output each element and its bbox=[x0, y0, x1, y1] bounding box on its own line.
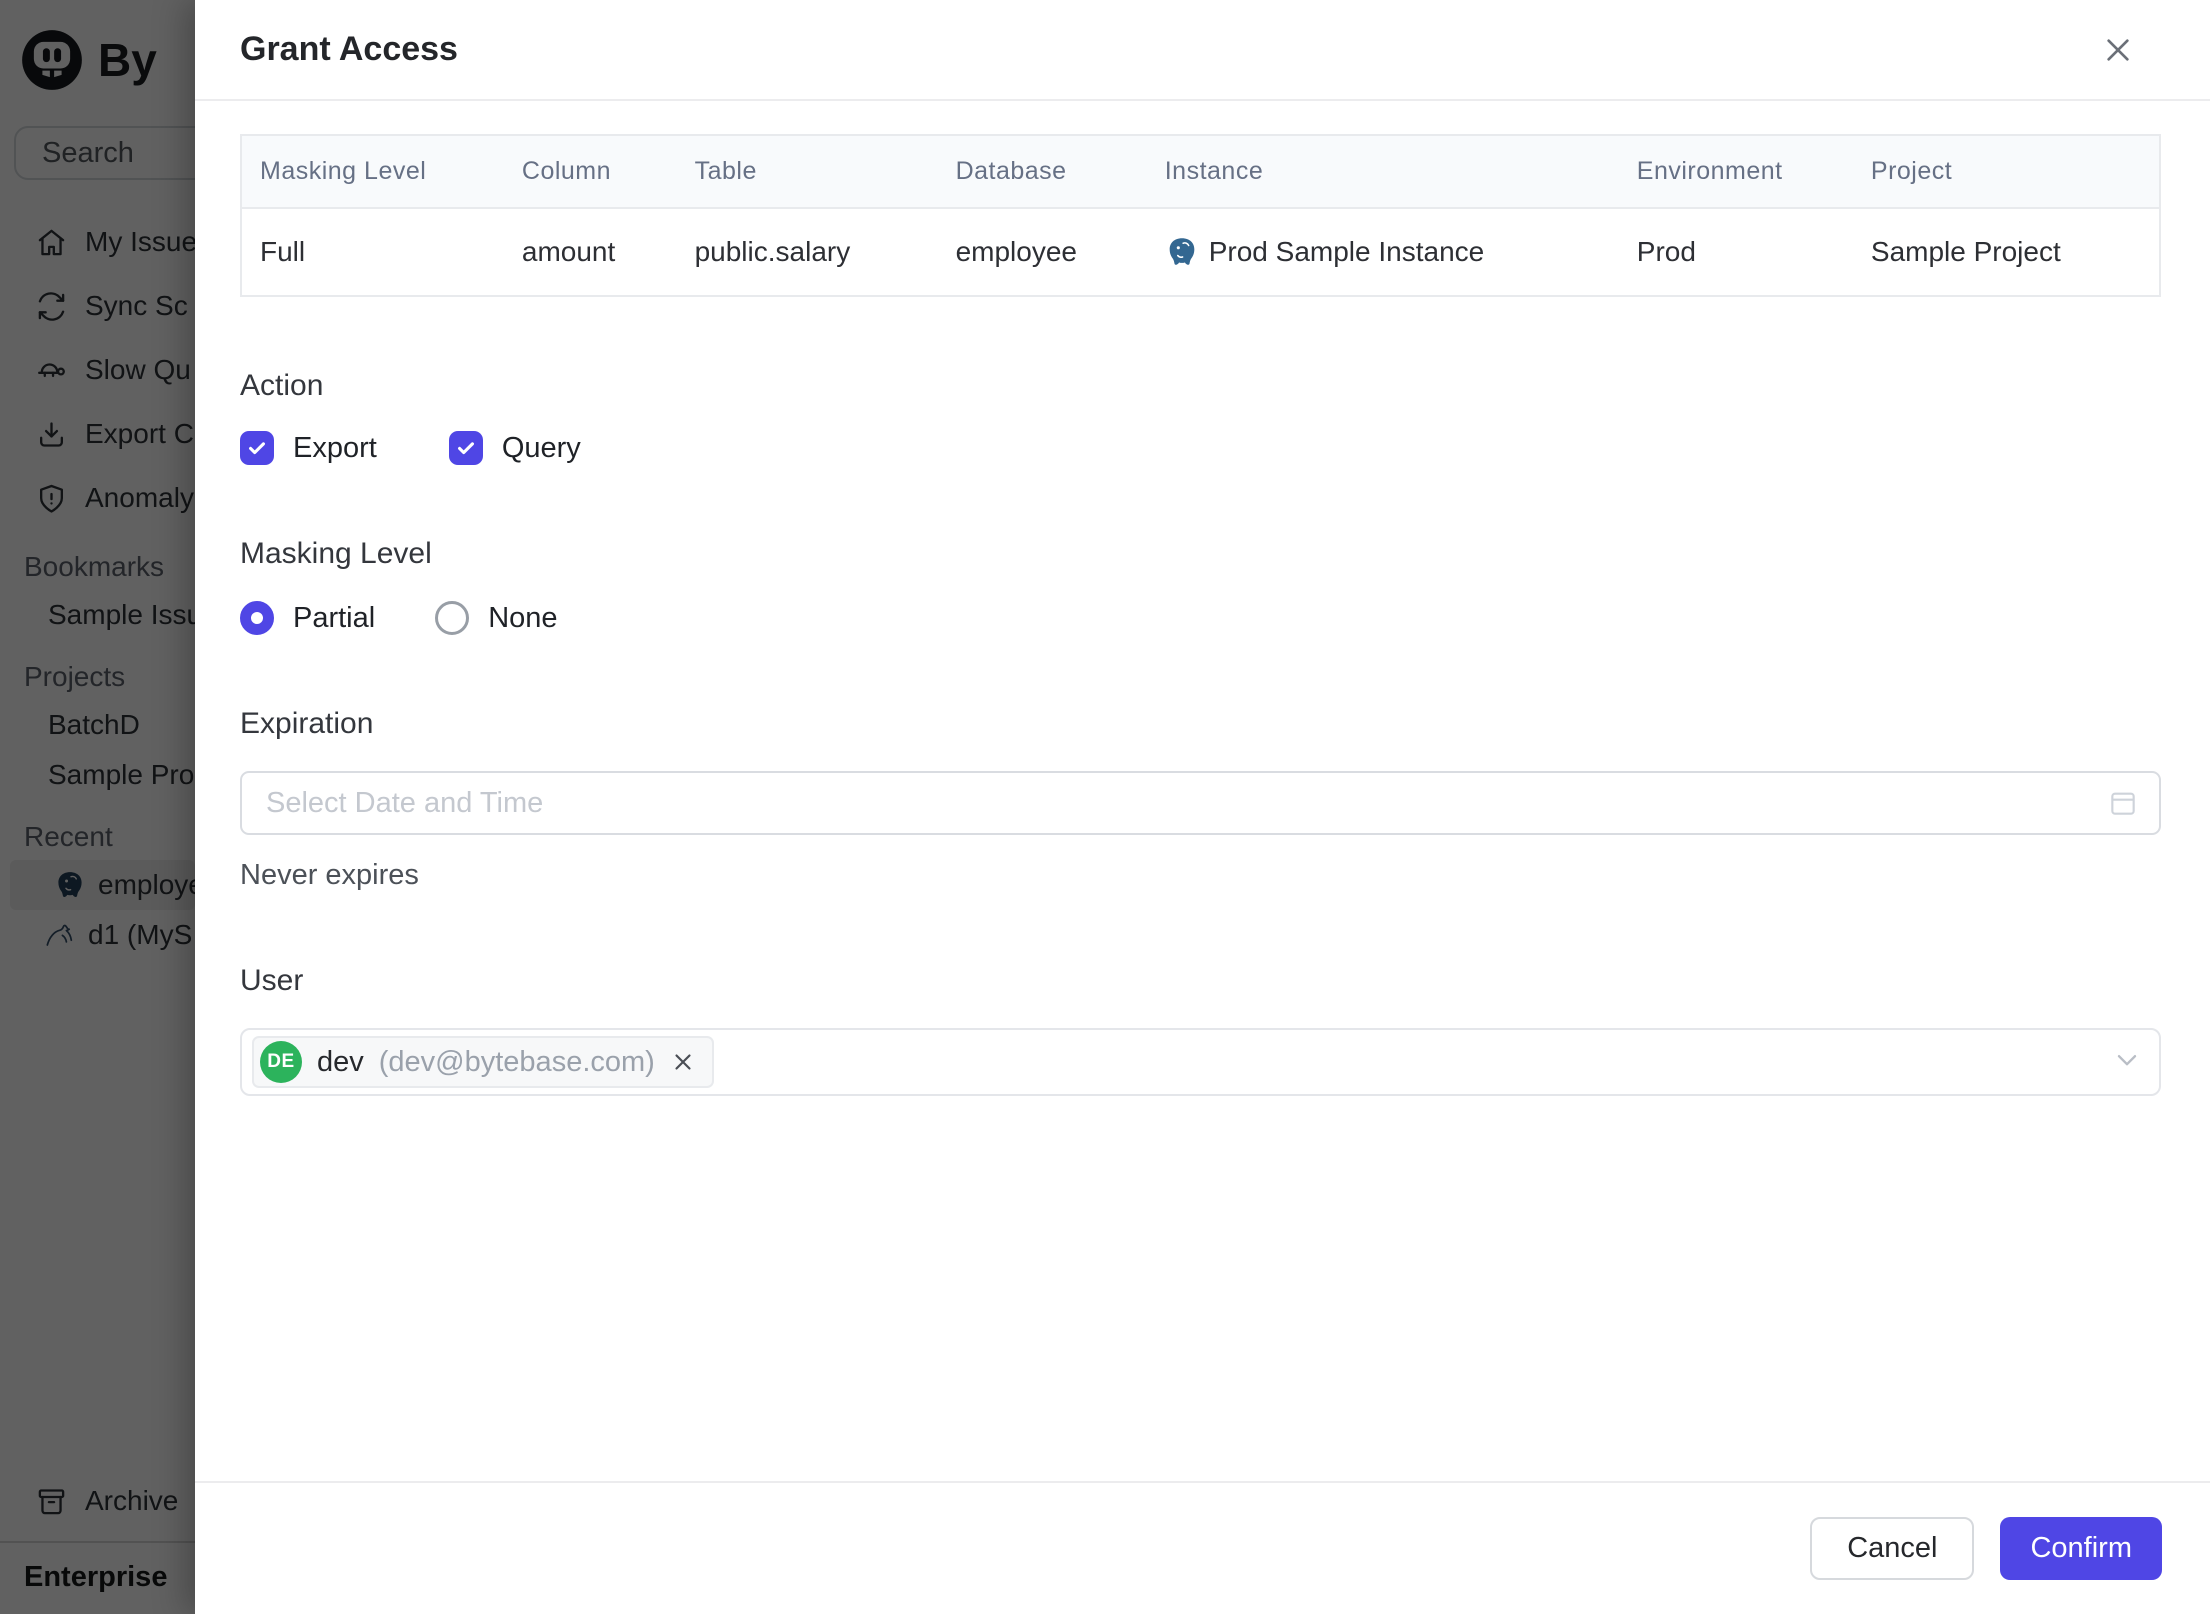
partial-radio[interactable]: Partial bbox=[240, 601, 375, 635]
col-instance: Instance bbox=[1146, 135, 1619, 209]
checkbox-label: Export bbox=[293, 431, 377, 464]
radio-label: Partial bbox=[293, 601, 376, 634]
masking-level-options: Partial None bbox=[240, 601, 2161, 635]
grant-access-modal: Grant Access Masking Level Column Table … bbox=[195, 0, 2210, 1614]
query-checkbox[interactable]: Query bbox=[448, 431, 581, 465]
col-database: Database bbox=[937, 135, 1147, 209]
checkbox-checked-icon bbox=[240, 431, 274, 465]
postgres-icon bbox=[1169, 238, 1195, 265]
radio-unselected-icon bbox=[435, 601, 470, 635]
masking-level-heading: Masking Level bbox=[240, 537, 432, 570]
close-icon bbox=[2107, 38, 2129, 61]
col-table: Table bbox=[676, 135, 938, 209]
user-email: (dev@bytebase.com) bbox=[378, 1045, 655, 1078]
table-header-row: Masking Level Column Table Database Inst… bbox=[241, 135, 2160, 209]
user-heading: User bbox=[240, 964, 304, 997]
radio-label: None bbox=[488, 601, 558, 634]
cell-masking-level: Full bbox=[260, 236, 306, 267]
action-heading: Action bbox=[240, 369, 324, 402]
cell-table: public.salary bbox=[694, 236, 851, 267]
table-row: Full amount public.salary employee Prod … bbox=[241, 208, 2160, 296]
col-project: Project bbox=[1852, 135, 2160, 209]
avatar: DE bbox=[260, 1041, 302, 1083]
calendar-icon bbox=[2107, 787, 2139, 819]
user-select[interactable]: DE dev (dev@bytebase.com) bbox=[240, 1028, 2161, 1096]
export-checkbox[interactable]: Export bbox=[240, 431, 377, 465]
modal-footer: Cancel Confirm bbox=[195, 1481, 2210, 1614]
modal-overlay[interactable] bbox=[0, 0, 195, 1614]
instance-name: Prod Sample Instance bbox=[1208, 236, 1485, 267]
modal-header: Grant Access bbox=[195, 0, 2210, 101]
radio-selected-icon bbox=[240, 601, 274, 635]
expiration-note: Never expires bbox=[240, 859, 419, 891]
checkbox-label: Query bbox=[501, 431, 581, 464]
none-radio[interactable]: None bbox=[435, 601, 558, 635]
confirm-button[interactable]: Confirm bbox=[2000, 1517, 2162, 1580]
col-masking-level: Masking Level bbox=[241, 135, 504, 209]
action-options: Export Query bbox=[240, 431, 2161, 465]
page-title: Grant Access bbox=[240, 30, 458, 68]
cell-column: amount bbox=[521, 236, 616, 267]
expiration-date-input[interactable] bbox=[240, 771, 2161, 835]
cell-database: employee bbox=[955, 236, 1077, 267]
checkbox-checked-icon bbox=[448, 431, 483, 465]
user-name: dev bbox=[317, 1045, 364, 1078]
col-environment: Environment bbox=[1618, 135, 1853, 209]
expiration-heading: Expiration bbox=[240, 707, 374, 740]
cell-project: Sample Project bbox=[1870, 236, 2061, 267]
remove-icon bbox=[675, 1054, 691, 1070]
expiration-field-wrap bbox=[240, 771, 2161, 835]
modal-body[interactable]: Masking Level Column Table Database Inst… bbox=[195, 101, 2210, 1481]
user-chip: DE dev (dev@bytebase.com) bbox=[252, 1036, 714, 1088]
cancel-button[interactable]: Cancel bbox=[1810, 1517, 1975, 1580]
close-button[interactable] bbox=[2096, 28, 2140, 72]
app-root: By My Issue Sync Sc Slow Qu Export C bbox=[0, 0, 2210, 1614]
chevron-down-icon bbox=[2111, 1044, 2143, 1081]
cell-environment: Prod bbox=[1636, 236, 1696, 267]
masking-table: Masking Level Column Table Database Inst… bbox=[240, 134, 2161, 297]
cell-instance: Prod Sample Instance bbox=[1147, 208, 1619, 296]
col-column: Column bbox=[503, 135, 677, 209]
remove-user-button[interactable] bbox=[670, 1049, 696, 1075]
